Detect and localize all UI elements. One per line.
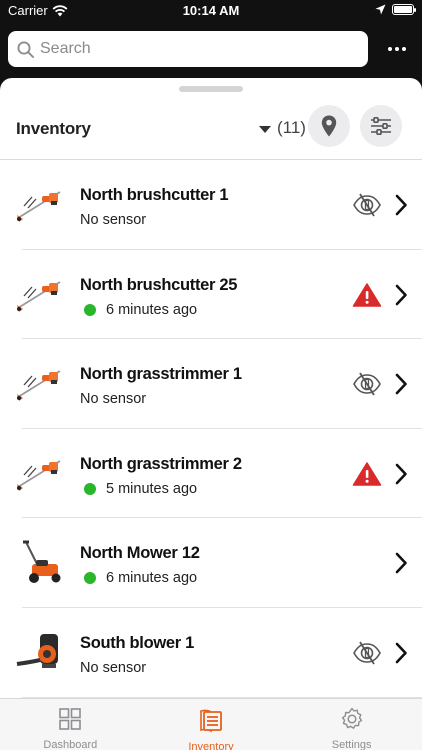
warning-icon — [352, 461, 382, 487]
item-status: No sensor — [80, 391, 146, 407]
chevron-right-icon[interactable] — [394, 284, 408, 306]
item-status: No sensor — [80, 660, 146, 676]
status-right — [375, 4, 416, 15]
inventory-list: North brushcutter 1 No sensor North brush… — [0, 160, 422, 698]
no-sensor-icon — [352, 371, 382, 397]
more-dot — [388, 47, 392, 51]
chevron-right-icon[interactable] — [394, 194, 408, 216]
filter-button[interactable] — [360, 105, 402, 147]
mower-thumbnail — [14, 540, 64, 584]
chevron-right-icon[interactable] — [394, 373, 408, 395]
chevron-right-icon[interactable] — [394, 642, 408, 664]
item-status-text: No sensor — [80, 659, 147, 676]
tab-label: Inventory — [188, 741, 234, 750]
tab-inventory[interactable]: Inventory — [141, 699, 282, 750]
warning-icon — [352, 282, 382, 308]
search-input[interactable] — [40, 40, 340, 58]
brushcutter-thumbnail — [14, 182, 64, 226]
item-status-text: 5 minutes ago — [106, 480, 198, 497]
blower-thumbnail — [14, 630, 64, 674]
item-name: North Mower 12 — [80, 544, 200, 563]
no-sensor-icon — [352, 192, 382, 218]
item-status: 5 minutes ago — [80, 481, 197, 497]
map-location-button[interactable] — [308, 105, 350, 147]
dashboard-icon — [58, 707, 82, 736]
chevron-right-icon[interactable] — [394, 463, 408, 485]
search-row — [0, 22, 422, 78]
battery-fill — [394, 6, 412, 13]
more-options-button[interactable] — [384, 37, 410, 61]
sort-dropdown-icon[interactable] — [259, 126, 271, 133]
inventory-item[interactable]: North Mower 12 6 minutes ago — [0, 518, 422, 608]
brushcutter-thumbnail — [14, 272, 64, 316]
item-count[interactable]: (11) — [277, 118, 306, 138]
item-name: South blower 1 — [80, 633, 195, 652]
tab-bar: Dashboard Inventory Settings — [0, 698, 422, 750]
online-status-dot — [84, 303, 96, 316]
item-name: North brushcutter 25 — [80, 275, 238, 294]
item-status: 6 minutes ago — [80, 302, 197, 318]
brushcutter-thumbnail — [14, 451, 64, 495]
page-title: Inventory — [16, 119, 91, 138]
filter-sliders-icon — [371, 117, 391, 135]
item-name: North brushcutter 1 — [80, 186, 229, 204]
brushcutter-thumbnail — [14, 361, 64, 405]
item-status: No sensor — [80, 212, 146, 228]
status-bar: Carrier 10:14 AM — [0, 0, 422, 22]
sheet-grabber[interactable] — [179, 86, 243, 92]
more-dot — [395, 47, 399, 51]
search-icon — [17, 41, 34, 58]
item-status: 6 minutes ago — [80, 570, 197, 586]
tab-settings[interactable]: Settings — [281, 699, 422, 750]
inventory-item[interactable]: North brushcutter 25 6 minutes ago — [0, 250, 422, 340]
inventory-icon — [198, 707, 224, 738]
item-status-text: 6 minutes ago — [106, 570, 198, 587]
inventory-item[interactable]: South blower 1 No sensor — [0, 608, 422, 698]
tab-label: Dashboard — [43, 739, 98, 750]
online-status-dot — [84, 572, 96, 585]
item-name: North grasstrimmer 2 — [80, 454, 242, 473]
battery-icon — [392, 4, 416, 15]
search-box[interactable] — [8, 31, 368, 67]
item-status-text: No sensor — [80, 391, 147, 408]
more-dot — [402, 47, 406, 51]
tab-label: Settings — [331, 739, 372, 750]
location-arrow-icon — [375, 4, 386, 15]
item-status-text: 6 minutes ago — [106, 301, 198, 318]
item-name: North grasstrimmer 1 — [80, 365, 242, 384]
inventory-header: Inventory (11) — [0, 100, 422, 160]
inventory-item[interactable]: North brushcutter 1 No sensor — [0, 160, 422, 250]
settings-gear-icon — [340, 707, 364, 736]
no-sensor-icon — [352, 640, 382, 666]
map-pin-icon — [321, 115, 337, 137]
inventory-item[interactable]: North grasstrimmer 2 5 minutes ago — [0, 429, 422, 519]
item-status-text: No sensor — [80, 212, 147, 228]
inventory-sheet: Inventory (11) North brushcutter 1 No se… — [0, 78, 422, 750]
chevron-right-icon[interactable] — [394, 552, 408, 574]
inventory-item[interactable]: North grasstrimmer 1 No sensor — [0, 339, 422, 429]
tab-dashboard[interactable]: Dashboard — [0, 699, 141, 750]
status-time: 10:14 AM — [182, 3, 240, 18]
online-status-dot — [84, 482, 96, 495]
